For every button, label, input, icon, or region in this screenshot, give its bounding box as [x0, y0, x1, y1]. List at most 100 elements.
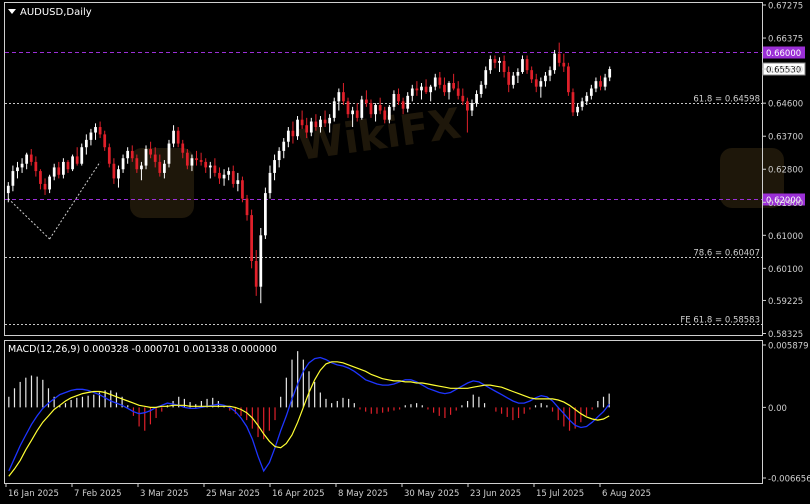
candle-body: [553, 53, 556, 71]
candle-body: [452, 82, 455, 89]
time-tick-label: 15 Jul 2025: [536, 489, 584, 499]
macd-tick-label: 0.005879: [768, 342, 809, 352]
candle-body: [479, 84, 483, 95]
candle-body: [562, 62, 566, 67]
candle-body: [300, 119, 304, 126]
candle-body: [594, 81, 598, 89]
candle-body: [6, 185, 10, 194]
candle-body: [75, 156, 79, 164]
candle-body: [493, 59, 497, 63]
candle-body: [190, 158, 194, 166]
candle-body: [415, 88, 419, 91]
price-chart-svg[interactable]: WikiFX 0.660000.6200061.8 = 0.6459878.6 …: [0, 0, 810, 500]
candle-body: [296, 119, 299, 137]
candle-body: [383, 110, 387, 120]
chart-window: WikiFX 0.66000 0.62000 61.8 = 0.64598 78.6 …: [0, 0, 810, 500]
candle-body: [305, 125, 309, 133]
candle-body: [259, 235, 263, 287]
candle-body: [585, 95, 589, 102]
candle-body: [507, 71, 511, 85]
candle-body: [608, 69, 612, 78]
candle-body: [29, 154, 33, 162]
candle-body: [374, 105, 377, 115]
level-label: FE 61.8 = 0.58583: [680, 316, 760, 326]
candle-body: [438, 77, 442, 85]
price-tick-label: 0.67275: [768, 2, 803, 12]
candle-body: [199, 160, 203, 162]
candle-body: [172, 130, 175, 144]
candle-body: [525, 59, 529, 71]
candle-body: [71, 156, 74, 170]
candle-body: [20, 163, 24, 168]
level-label: 78.6 = 0.60407: [693, 249, 760, 259]
candle-body: [511, 75, 515, 85]
price-tick-label: 0.61000: [768, 232, 803, 242]
candle-body: [236, 180, 240, 184]
candle-body: [392, 94, 396, 107]
time-tick-label: 23 Jun 2025: [470, 489, 521, 499]
candle-body: [80, 147, 84, 164]
candle-body: [328, 117, 332, 124]
price-tick-label: 0.62800: [768, 166, 803, 176]
candle-body: [521, 59, 524, 72]
candle-body: [378, 105, 382, 111]
time-tick-label: 8 May 2025: [338, 489, 388, 499]
candle-body: [149, 149, 152, 155]
candle-body: [153, 154, 157, 162]
price-tick-label: 0.63700: [768, 133, 803, 143]
price-tick-label: 0.59225: [768, 297, 803, 307]
candle-body: [250, 215, 253, 261]
candle-body: [254, 260, 258, 287]
candle-body: [337, 92, 341, 102]
candle-body: [158, 161, 162, 173]
macd-tick-label: 0.00: [768, 404, 787, 414]
candle-body: [291, 130, 295, 137]
candle-body: [530, 70, 534, 80]
time-tick-label: 25 Mar 2025: [206, 489, 260, 499]
candle-body: [599, 81, 602, 87]
candle-body: [323, 119, 327, 124]
level-price-tag-label: 0.66000: [766, 49, 801, 59]
time-tick-label: 3 Mar 2025: [140, 489, 188, 499]
candle-body: [548, 70, 552, 76]
candle-body: [447, 82, 451, 93]
candle-body: [273, 160, 276, 173]
candle-body: [484, 70, 488, 85]
candle-body: [140, 165, 143, 170]
time-tick-label: 16 Apr 2025: [272, 489, 325, 499]
macd-tick-label: -0.006656: [768, 475, 810, 485]
candle-body: [406, 95, 410, 109]
candle-body: [420, 86, 423, 91]
candle-body: [135, 158, 139, 170]
candle-body: [43, 183, 47, 190]
macd-label: MACD(12,26,9) 0.000328 -0.000701 0.00133…: [8, 344, 277, 355]
candle-body: [516, 71, 520, 76]
candle-body: [144, 149, 148, 166]
candle-body: [34, 161, 38, 172]
candle-body: [342, 92, 345, 102]
candle-body: [94, 127, 97, 133]
candle-body: [502, 60, 506, 72]
candle-body: [346, 101, 350, 115]
candle-body: [245, 198, 249, 216]
candle-body: [488, 59, 492, 71]
candle-body: [84, 139, 88, 148]
candle-body: [571, 92, 575, 113]
time-tick-label: 7 Feb 2025: [74, 489, 122, 499]
candle-body: [319, 119, 322, 128]
candle-body: [580, 101, 584, 107]
candle-body: [11, 171, 15, 186]
candle-body: [130, 150, 134, 159]
candle-body: [433, 77, 437, 87]
candle-body: [498, 60, 501, 63]
chart-title-group[interactable]: AUDUSD,Daily: [8, 7, 92, 18]
candle-body: [567, 66, 570, 93]
time-tick-label: 30 May 2025: [404, 489, 459, 499]
candle-body: [66, 161, 70, 170]
candle-body: [204, 161, 208, 168]
candle-body: [365, 99, 368, 104]
candle-body: [103, 134, 107, 148]
price-tick-label: 0.61900: [768, 199, 803, 209]
candle-body: [222, 174, 226, 179]
candle-body: [355, 110, 359, 118]
